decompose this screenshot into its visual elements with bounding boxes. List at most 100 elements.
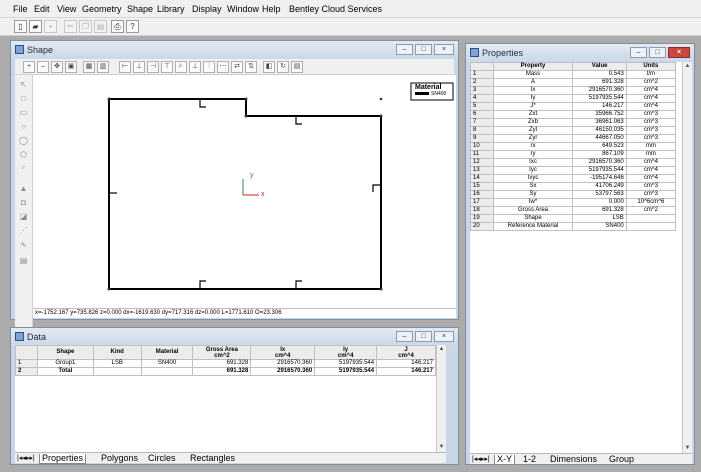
table-cell[interactable]: 146.217 xyxy=(376,367,436,376)
table-cell[interactable]: 691.328 xyxy=(192,359,252,368)
col-header[interactable]: J cm^4 xyxy=(376,345,436,360)
property-value[interactable]: 146.217 xyxy=(572,102,627,111)
property-units[interactable]: cm^4 xyxy=(625,102,677,111)
property-row[interactable]: 18 Gross Area 691.328 cm^2 xyxy=(470,206,677,215)
table-cell[interactable]: SN400 xyxy=(140,359,194,368)
property-units[interactable]: cm^3 xyxy=(625,126,677,135)
polygon-tool-icon[interactable]: ⬠ xyxy=(18,149,29,160)
properties-title-bar[interactable]: Properties – □ × xyxy=(466,44,694,62)
property-units[interactable]: t/m xyxy=(625,70,677,79)
property-name[interactable]: J* xyxy=(492,102,574,111)
tab-x-y[interactable]: X-Y xyxy=(494,455,516,465)
property-value[interactable]: 691.328 xyxy=(572,206,627,215)
tab-circles[interactable]: Circles xyxy=(148,454,176,463)
property-row[interactable]: 20 Reference Material SN400 xyxy=(470,222,677,231)
property-value[interactable]: 0.543 xyxy=(572,70,627,79)
col-header[interactable]: Gross Area cm^2 xyxy=(192,345,252,360)
flip-v-icon[interactable]: ⇅ xyxy=(245,61,257,73)
rotate-icon[interactable]: ↻ xyxy=(277,61,289,73)
property-units[interactable]: cm^2 xyxy=(625,78,677,87)
circle-tool-icon[interactable]: ○ xyxy=(18,121,29,132)
property-units[interactable]: mm xyxy=(625,150,677,159)
table-cell[interactable]: 146.217 xyxy=(376,359,436,368)
col-header[interactable]: Property xyxy=(492,62,574,71)
close-button[interactable]: × xyxy=(434,331,454,342)
property-row[interactable]: 10 rx 649.523 mm xyxy=(470,142,677,151)
property-row[interactable]: 7 Zxb 36961.063 cm^3 xyxy=(470,118,677,127)
menu-view[interactable]: View xyxy=(57,4,76,14)
property-units[interactable]: cm^3 xyxy=(625,182,677,191)
property-value[interactable]: 2916570.360 xyxy=(572,158,627,167)
property-row[interactable]: 9 Zyr 44667.050 cm^3 xyxy=(470,134,677,143)
property-value[interactable]: 691.328 xyxy=(572,78,627,87)
col-header[interactable]: Ix cm^4 xyxy=(250,345,316,360)
property-value[interactable]: 53797.563 xyxy=(572,190,627,199)
align-right-icon[interactable]: ⊣ xyxy=(147,61,159,73)
menu-geometry[interactable]: Geometry xyxy=(82,4,122,14)
property-name[interactable]: Reference Material xyxy=(492,222,574,231)
property-name[interactable]: Zyr xyxy=(492,134,574,143)
ellipse-tool-icon[interactable]: ◯ xyxy=(18,135,29,146)
property-units[interactable]: cm^4 xyxy=(625,166,677,175)
property-name[interactable]: Iy xyxy=(492,94,574,103)
snap-icon[interactable]: ▥ xyxy=(97,61,109,73)
property-row[interactable]: 4 Iy 5197935.544 cm^4 xyxy=(470,94,677,103)
minimize-button[interactable]: – xyxy=(630,47,647,58)
property-value[interactable]: 5197935.544 xyxy=(572,94,627,103)
distribute-h-icon[interactable]: ⫶ xyxy=(203,61,215,73)
open-folder-icon[interactable]: ▰ xyxy=(29,20,42,33)
property-units[interactable]: mm xyxy=(625,142,677,151)
property-units[interactable]: cm^3 xyxy=(625,134,677,143)
align-left-icon[interactable]: ⊢ xyxy=(119,61,131,73)
maximize-button[interactable]: □ xyxy=(415,44,432,55)
align-top-icon[interactable]: ⊤ xyxy=(161,61,173,73)
print-icon[interactable]: ⎙ xyxy=(111,20,124,33)
table-cell[interactable] xyxy=(140,367,194,376)
property-units[interactable] xyxy=(625,214,677,223)
property-value[interactable]: 41706.249 xyxy=(572,182,627,191)
tab-rectangles[interactable]: Rectangles xyxy=(190,454,235,463)
col-header[interactable]: Kind xyxy=(92,345,142,360)
property-units[interactable] xyxy=(625,222,677,231)
scroll-down-icon[interactable]: ▼ xyxy=(437,443,446,452)
tab-dimensions[interactable]: Dimensions xyxy=(550,455,597,464)
property-row[interactable]: 15 Sx 41706.249 cm^3 xyxy=(470,182,677,191)
table-row[interactable]: 1 Group1 LSB SN400 691.328 2916570.360 5… xyxy=(15,359,436,368)
property-value[interactable]: 36961.063 xyxy=(572,118,627,127)
zoom-out-icon[interactable]: – xyxy=(37,61,49,73)
cut-icon[interactable]: ✂ xyxy=(64,20,77,33)
property-row[interactable]: 11 ry 867.109 mm xyxy=(470,150,677,159)
data-title-bar[interactable]: Data – □ × xyxy=(11,328,458,346)
property-units[interactable]: cm^3 xyxy=(625,110,677,119)
menu-edit[interactable]: Edit xyxy=(34,4,50,14)
close-button[interactable]: × xyxy=(434,44,454,55)
measure-tool-icon[interactable]: ∿ xyxy=(18,239,29,250)
property-name[interactable]: Ix xyxy=(492,86,574,95)
property-units[interactable]: cm^4 xyxy=(625,86,677,95)
property-name[interactable]: ry xyxy=(492,150,574,159)
property-value[interactable]: 867.109 xyxy=(572,150,627,159)
property-row[interactable]: 14 Ixyc -195174.646 cm^4 xyxy=(470,174,677,183)
property-row[interactable]: 6 Zxt 35966.752 cm^3 xyxy=(470,110,677,119)
property-row[interactable]: 16 Sy 53797.563 cm^3 xyxy=(470,190,677,199)
table-cell[interactable]: 5197935.544 xyxy=(314,359,378,368)
table-cell[interactable]: 5197935.544 xyxy=(314,367,378,376)
menu-display[interactable]: Display xyxy=(192,4,222,14)
tab-group[interactable]: Group xyxy=(609,455,634,464)
rectangle-tool-icon[interactable]: □ xyxy=(18,93,29,104)
hole-tool-icon[interactable]: ◘ xyxy=(18,197,29,208)
tab-1-2[interactable]: 1-2 xyxy=(523,455,536,464)
table-cell[interactable]: 2916570.360 xyxy=(250,367,316,376)
menu-window[interactable]: Window xyxy=(227,4,259,14)
property-units[interactable]: cm^3 xyxy=(625,190,677,199)
property-value[interactable]: 2916570.360 xyxy=(572,86,627,95)
square-tool-icon[interactable]: ▭ xyxy=(18,107,29,118)
property-row[interactable]: 5 J* 146.217 cm^4 xyxy=(470,102,677,111)
property-name[interactable]: rx xyxy=(492,142,574,151)
scroll-up-icon[interactable]: ▲ xyxy=(437,345,446,354)
select-arrow-icon[interactable]: ↖ xyxy=(18,79,29,90)
menu-file[interactable]: File xyxy=(13,4,28,14)
property-value[interactable]: -195174.646 xyxy=(572,174,627,183)
property-name[interactable]: Mass xyxy=(492,70,574,79)
property-name[interactable]: Sy xyxy=(492,190,574,199)
